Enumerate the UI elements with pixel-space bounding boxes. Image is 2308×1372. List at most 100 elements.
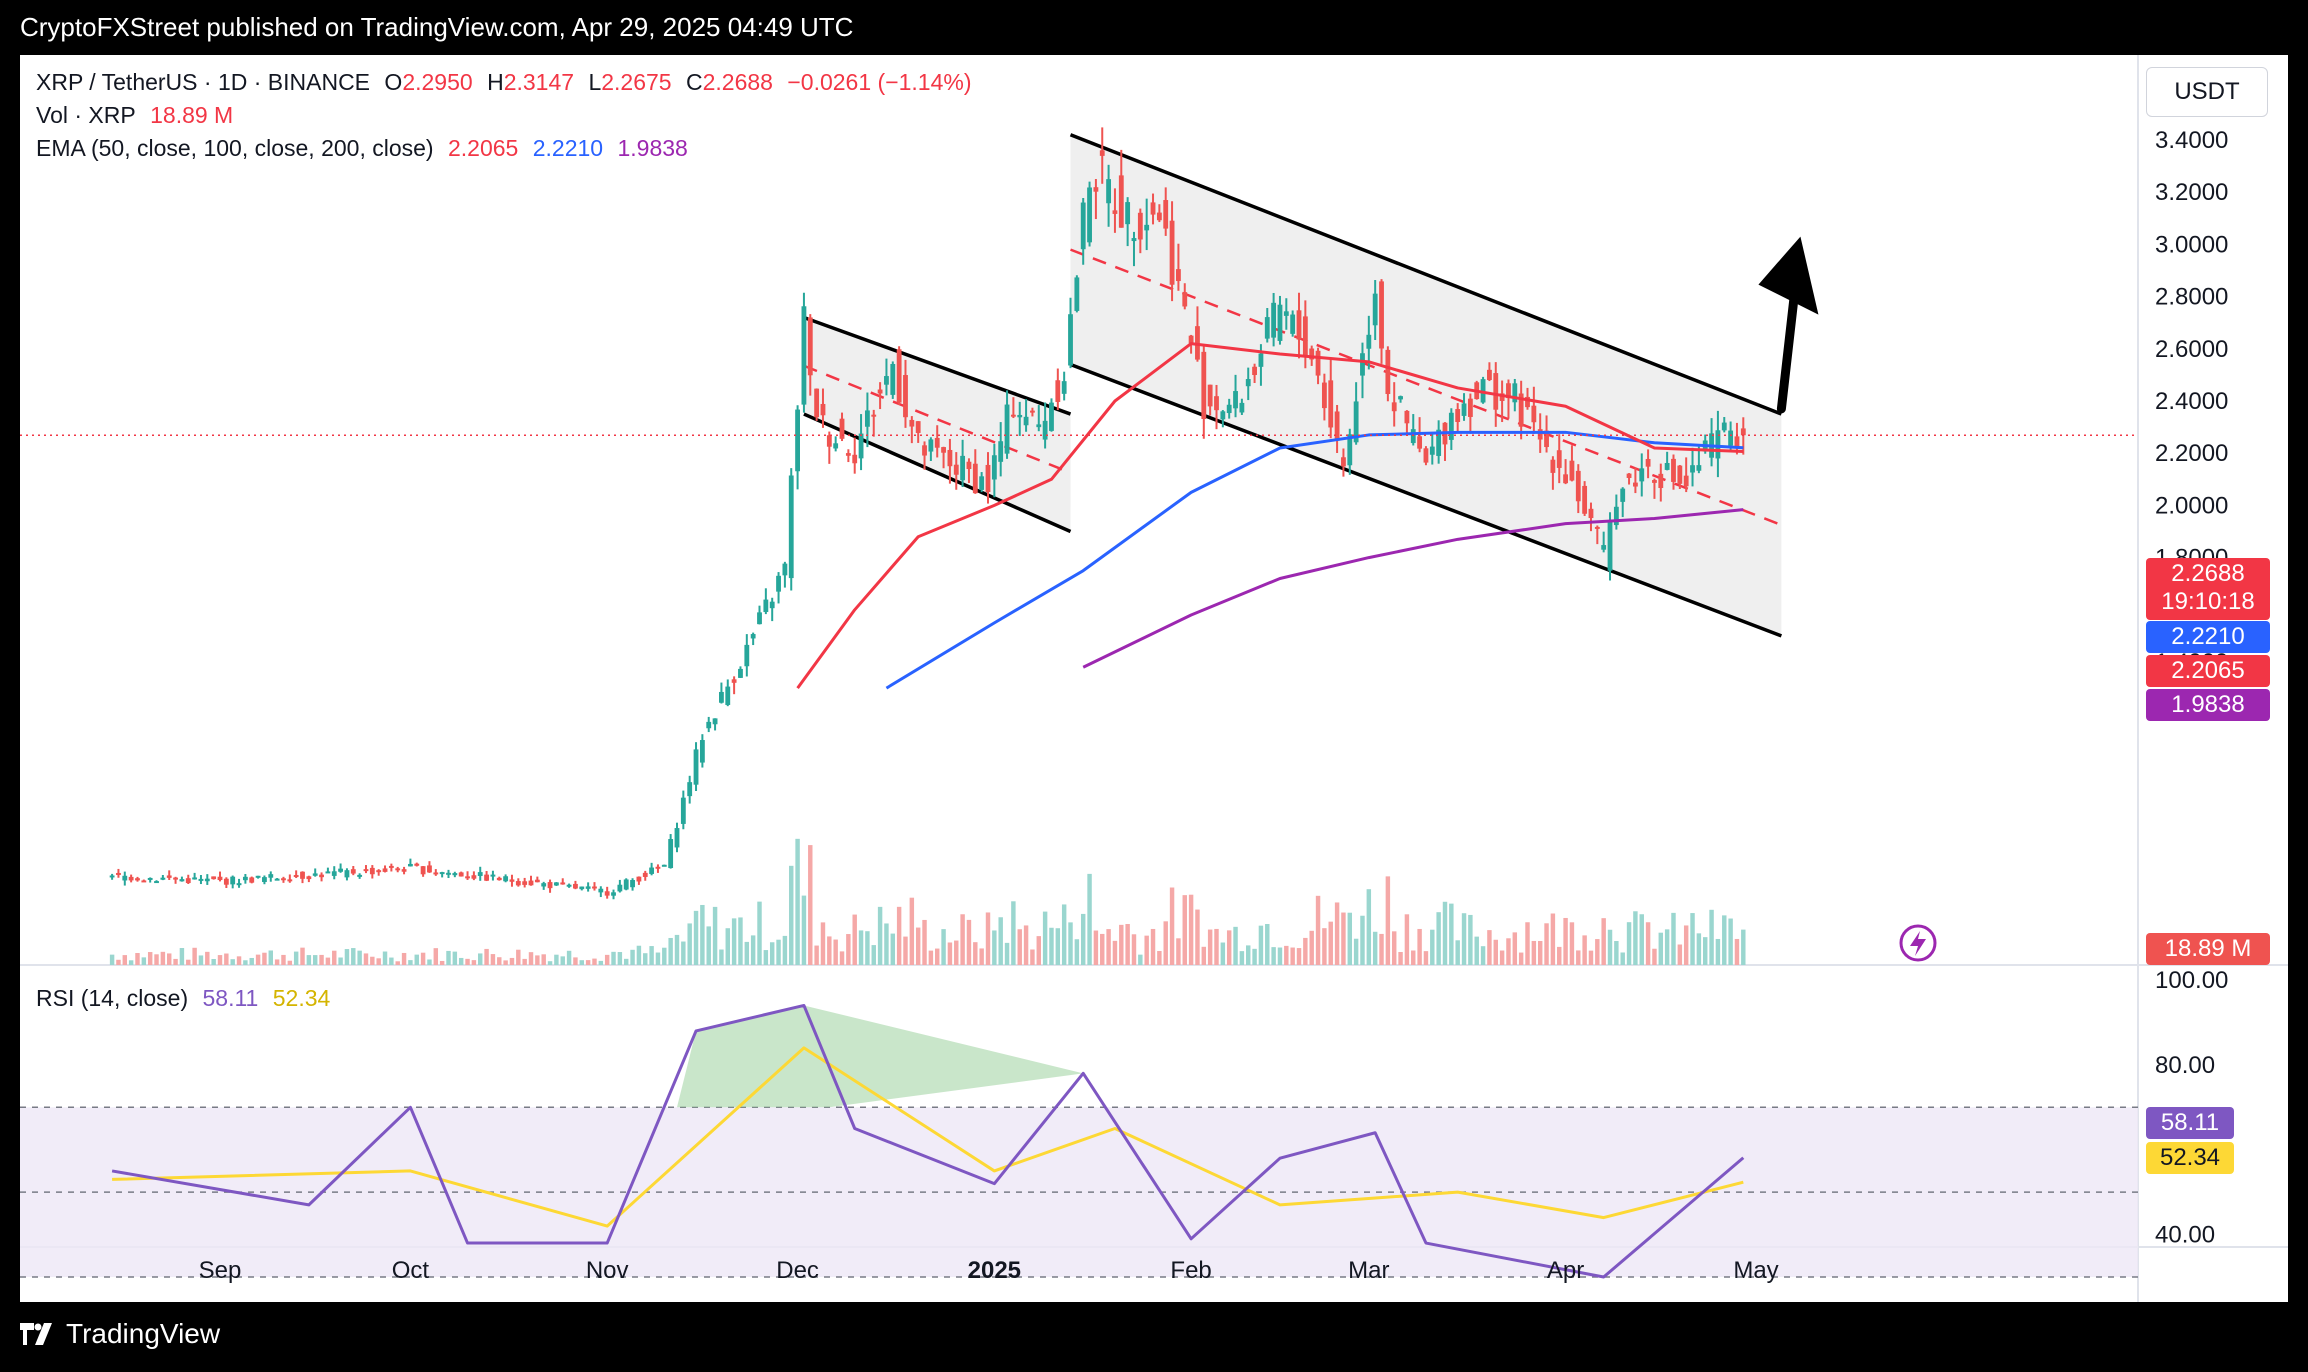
volume-bar (122, 955, 128, 965)
volume-bar (560, 956, 565, 965)
price-chart[interactable]: 3.4000 3.2000 3.0000 2.8000 2.6000 2.4000 2.20… (20, 55, 2288, 1302)
volume-bar (471, 960, 477, 965)
volume-bar (1423, 951, 1429, 965)
volume-bar (719, 949, 724, 965)
candle-body (661, 864, 667, 867)
candle-body (122, 875, 128, 881)
volume-bar (1093, 930, 1099, 965)
price-tick-label: 3.2000 (2155, 179, 2228, 206)
currency-unit-button[interactable]: USDT (2146, 67, 2268, 117)
candle-body (306, 876, 312, 880)
candle-body (744, 644, 750, 667)
candle-body (1252, 366, 1257, 376)
candle-body (998, 441, 1004, 462)
volume-bar (1607, 929, 1613, 965)
candle-body (699, 740, 705, 763)
volume-bar (319, 954, 324, 965)
close-value: 2.2688 (702, 69, 773, 95)
candle-body (1404, 410, 1410, 424)
candle-body (801, 306, 807, 405)
candle-body (471, 875, 477, 879)
volume-bar (896, 906, 902, 965)
candle-body (281, 878, 286, 881)
volume-bar (1563, 917, 1568, 965)
candle-body (1398, 396, 1403, 400)
candle-body (198, 878, 204, 881)
volume-bar (1277, 947, 1283, 965)
volume-bar (186, 959, 191, 965)
candle-body (369, 867, 375, 875)
candle-body (331, 871, 337, 876)
volume-bar (192, 947, 197, 965)
volume-bar (287, 960, 293, 965)
volume-bar (769, 942, 775, 965)
price-tick-label: 2.6000 (2155, 336, 2228, 363)
candle-body (630, 879, 635, 888)
volume-bar (693, 910, 699, 965)
volume-bar (281, 954, 286, 965)
volume-bar (1322, 928, 1327, 965)
volume-bar (1531, 940, 1537, 965)
price-tag: 2.2688 19:10:18 (2146, 558, 2270, 620)
volume-bar (1055, 928, 1061, 965)
candle-body (1296, 310, 1302, 340)
candle-body (1258, 353, 1264, 367)
candle-body (357, 874, 363, 877)
volume-bar (915, 927, 921, 965)
candle-body (1245, 379, 1251, 387)
volume-bar (712, 906, 718, 965)
volume-bar (1265, 924, 1270, 965)
candle-body (262, 877, 267, 883)
candle-body (1277, 304, 1283, 341)
footer: TradingView (0, 1302, 2308, 1372)
volume-bar (1645, 922, 1651, 965)
volume-bar (116, 959, 121, 965)
volume-bar (217, 955, 223, 965)
candle-body (1017, 414, 1023, 418)
tradingview-logo[interactable]: TradingView (20, 1318, 220, 1350)
candle-body (1226, 404, 1232, 414)
volume-bar (630, 949, 635, 965)
rsi-tick-label: 80.00 (2155, 1052, 2215, 1079)
candle-body (452, 873, 458, 876)
candle-body (490, 874, 496, 877)
candle-body (547, 882, 553, 889)
candle-body (204, 878, 210, 882)
volume-bar (1683, 925, 1689, 965)
volume-bar (1741, 929, 1746, 965)
volume-bar (1468, 914, 1473, 965)
volume-bar (1601, 918, 1606, 965)
candle-body (1182, 292, 1188, 307)
candle-body (376, 870, 382, 873)
volume-bar (1188, 894, 1194, 965)
volume-bar (617, 952, 623, 965)
volume-bar (528, 952, 534, 965)
volume-bar (1690, 913, 1695, 965)
volume-bar (1176, 938, 1181, 965)
volume-bar (503, 960, 508, 965)
volume-bar (522, 958, 527, 965)
volume-bar (643, 953, 648, 965)
candle-body (1728, 430, 1734, 446)
candle-body (769, 601, 775, 609)
candle-body (972, 463, 978, 494)
chart-panel[interactable]: 3.4000 3.2000 3.0000 2.8000 2.6000 2.4000 2.20… (20, 55, 2288, 1302)
candle-body (1360, 353, 1365, 376)
candle-body (623, 879, 629, 890)
candle-body (363, 869, 369, 872)
candle-body (560, 882, 566, 885)
candle-body (1607, 521, 1613, 571)
volume-bar (852, 914, 857, 965)
rsi-label: RSI (14, close) (36, 985, 189, 1011)
candle-body (147, 877, 153, 880)
candle-body (966, 461, 972, 470)
volume-bar (1030, 949, 1035, 965)
high-label: H (487, 69, 504, 95)
volume-bar (1518, 952, 1524, 965)
volume-bar (1715, 938, 1721, 965)
candle-body (1220, 411, 1226, 420)
candle-body (211, 876, 217, 880)
volume-bar (954, 940, 959, 965)
volume-bar (890, 933, 896, 965)
candle-body (1334, 411, 1340, 441)
